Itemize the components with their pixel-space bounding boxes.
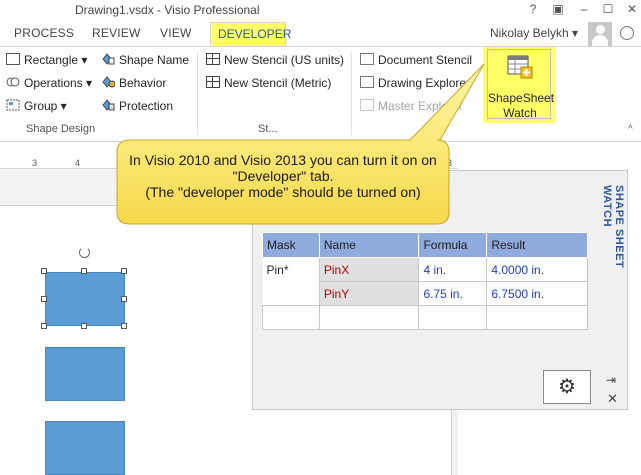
callout-text: In Visio 2010 and Visio 2013 you can tur… (129, 152, 437, 200)
rectangle-shape[interactable] (45, 421, 125, 475)
master-explorer-checkbox[interactable]: Master Explorer (360, 99, 463, 113)
gear-icon: ⚙ (558, 376, 576, 398)
mask-cell[interactable] (262, 281, 320, 306)
group-label-stencil: St... (258, 123, 278, 135)
rectangle-shape[interactable] (45, 347, 125, 401)
formula-cell[interactable]: 4 in. (418, 257, 488, 282)
pin-icon[interactable]: ⇥ (606, 373, 616, 387)
operations-icon (6, 76, 20, 88)
tab-developer-label: DEVELOPER (218, 27, 292, 41)
close-window-button[interactable]: ✕ (624, 2, 640, 16)
shapesheet-watch-icon (507, 55, 533, 79)
selected-rectangle-shape[interactable] (45, 272, 125, 326)
ribbon-options-button[interactable]: ▣ (550, 2, 566, 16)
tab-developer[interactable]: DEVELOPER (210, 22, 291, 47)
ruler-tick: 5 (118, 158, 124, 168)
shapesheet-table: Mask Name Formula Result Pin* PinX 4 in.… (262, 232, 588, 330)
document-stencil-checkbox[interactable]: Document Stencil (360, 53, 472, 67)
avatar[interactable] (588, 22, 612, 46)
new-stencil-us-button[interactable]: New Stencil (US units) (206, 53, 344, 67)
result-cell[interactable]: 6.7500 in. (486, 281, 588, 306)
resize-handle[interactable] (81, 268, 87, 274)
resize-handle[interactable] (41, 296, 47, 302)
checkbox-icon (360, 53, 374, 65)
drawing-explorer-checkbox[interactable]: Drawing Explorer (360, 76, 470, 90)
resize-handle[interactable] (81, 323, 87, 329)
close-icon[interactable]: ✕ (607, 391, 618, 407)
rectangle-icon (6, 53, 20, 65)
column-header-formula[interactable]: Formula (418, 232, 488, 258)
mask-cell[interactable] (262, 305, 320, 330)
protection-button[interactable]: Protection (101, 99, 173, 113)
feedback-smiley-icon[interactable] (620, 26, 634, 40)
ruler-tick: 13 (442, 158, 453, 168)
title-bar: Drawing1.vsdx - Visio Professional ? ▣ –… (0, 0, 641, 22)
group-label-shape-design: Shape Design (26, 123, 96, 135)
shape-name-button[interactable]: Shape Name (101, 53, 189, 67)
tab-review[interactable]: REVIEW (92, 26, 141, 40)
minimize-button[interactable]: – (576, 2, 592, 16)
formula-cell[interactable] (418, 305, 488, 330)
table-row: Pin* PinX 4 in. 4.0000 in. (262, 257, 588, 282)
name-cell[interactable] (318, 305, 420, 330)
ruler-tick: 4 (75, 158, 81, 168)
column-header-mask[interactable]: Mask (262, 232, 320, 258)
maximize-button[interactable]: ☐ (600, 2, 616, 16)
panel-title: SHAPE SHEET WATCH (601, 185, 625, 269)
checkbox-icon (360, 99, 374, 111)
formula-cell[interactable]: 6.75 in. (418, 281, 488, 306)
operations-button[interactable]: Operations ▾ (6, 76, 92, 90)
shapesheet-watch-button[interactable]: ShapeSheet Watch (483, 47, 555, 123)
shape-name-icon (101, 53, 115, 65)
ribbon-separator (351, 51, 352, 135)
window-title: Drawing1.vsdx - Visio Professional (75, 3, 260, 17)
rotation-handle-icon[interactable] (79, 247, 90, 258)
resize-handle[interactable] (41, 323, 47, 329)
group-icon (6, 99, 20, 111)
ruler-tick: 3 (32, 158, 38, 168)
behavior-button[interactable]: Behavior (101, 76, 166, 90)
protection-icon (101, 99, 115, 111)
table-header-row: Mask Name Formula Result (262, 232, 588, 258)
new-stencil-metric-button[interactable]: New Stencil (Metric) (206, 76, 331, 90)
resize-handle[interactable] (121, 268, 127, 274)
stencil-grid-icon (206, 76, 220, 88)
checkbox-icon (360, 76, 374, 88)
column-header-result[interactable]: Result (486, 232, 588, 258)
mask-cell[interactable]: Pin* (262, 257, 320, 282)
table-row: PinY 6.75 in. 6.7500 in. (262, 281, 588, 306)
result-cell[interactable] (486, 305, 588, 330)
stencil-grid-icon (206, 53, 220, 65)
tab-process[interactable]: PROCESS (14, 26, 74, 40)
shapesheet-watch-label: ShapeSheet Watch (488, 91, 555, 120)
tab-view[interactable]: VIEW (160, 26, 191, 40)
name-cell[interactable]: PinY (318, 281, 420, 306)
ribbon-separator (197, 51, 198, 135)
rectangle-button[interactable]: Rectangle ▾ (6, 53, 87, 67)
result-cell[interactable]: 4.0000 in. (486, 257, 588, 282)
user-name[interactable]: Nikolay Belykh ▾ (490, 26, 578, 40)
table-row (262, 305, 588, 330)
help-button[interactable]: ? (525, 2, 541, 16)
column-header-name[interactable]: Name (318, 232, 420, 258)
resize-handle[interactable] (41, 268, 47, 274)
resize-handle[interactable] (121, 323, 127, 329)
settings-gear-button[interactable]: ⚙ (543, 370, 591, 404)
name-cell[interactable]: PinX (318, 257, 420, 282)
resize-handle[interactable] (121, 296, 127, 302)
group-button[interactable]: Group ▾ (6, 99, 67, 113)
collapse-ribbon-icon[interactable]: ^ (628, 124, 633, 135)
behavior-icon (101, 76, 116, 88)
